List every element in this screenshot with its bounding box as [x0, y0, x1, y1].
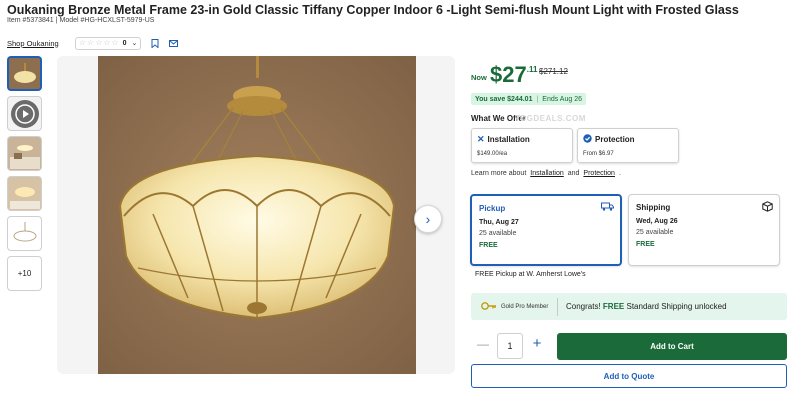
rating-dropdown[interactable]: ☆ ☆ ☆ ☆ ☆ 0 ⌄ — [74, 36, 142, 50]
thumbnail-4[interactable] — [7, 176, 42, 211]
pickup-date: Thu, Aug 27 — [479, 219, 519, 226]
pickup-price: FREE — [479, 242, 498, 249]
quantity-increase-button[interactable]: + — [531, 335, 543, 352]
star-icon: ☆ — [86, 38, 95, 47]
price-cents: .11 — [526, 65, 538, 74]
add-to-cart-button[interactable]: Add to Cart — [557, 333, 787, 360]
shipping-title: Shipping — [636, 203, 671, 212]
tools-icon: ✕ — [477, 134, 485, 144]
installation-price: $149.00/ea — [477, 151, 508, 157]
protection-link[interactable]: Protection — [583, 170, 615, 177]
email-icon[interactable] — [168, 38, 179, 49]
shop-brand-link[interactable]: Shop Oukaning — [7, 39, 59, 48]
thumbnail-list: +10 — [7, 56, 43, 296]
installation-offer[interactable]: ✕ Installation $149.00/ea — [471, 128, 573, 163]
next-image-button[interactable]: › — [414, 205, 442, 233]
price-dollars: $27 — [490, 62, 527, 87]
quantity-decrease-button[interactable]: — — [477, 337, 489, 351]
pickup-option[interactable]: Pickup Thu, Aug 27 25 available FREE — [470, 194, 622, 266]
product-title: Oukaning Bronze Metal Frame 23-in Gold C… — [7, 3, 739, 17]
item-number: Item #5373841 — [7, 17, 54, 24]
deal-ends: Ends Aug 26 — [542, 95, 582, 103]
bookmark-icon[interactable] — [149, 38, 160, 49]
protection-price: From $6.97 — [583, 151, 614, 157]
package-icon — [762, 201, 773, 215]
thumbnail-1[interactable] — [7, 56, 42, 91]
savings-amount: You save $244.01 — [475, 95, 533, 103]
model-number: Model #HG-HCXLST-5979-US — [59, 17, 155, 24]
shipping-price: FREE — [636, 241, 655, 248]
shop-rating-row: Shop Oukaning ☆ ☆ ☆ ☆ ☆ 0 ⌄ — [7, 36, 179, 50]
star-icon: ☆ — [95, 38, 103, 47]
quantity-input[interactable]: 1 — [497, 333, 523, 359]
main-product-image[interactable] — [98, 56, 416, 374]
add-to-quote-button[interactable]: Add to Quote — [471, 364, 787, 388]
pickup-availability: 25 available — [479, 230, 517, 237]
product-meta: Item #5373841 | Model #HG-HCXLST-5979-US — [7, 17, 155, 24]
shipping-availability: 25 available — [636, 229, 674, 236]
star-icon: ☆ — [103, 38, 111, 47]
shipping-option[interactable]: Shipping Wed, Aug 26 25 available FREE — [628, 194, 780, 266]
learn-more-text: Learn more about Installation and Protectio… — [471, 170, 621, 177]
current-price: $27.11 — [490, 64, 537, 86]
more-images-count: +10 — [17, 269, 32, 278]
chevron-right-icon: › — [425, 211, 431, 227]
chevron-down-icon: ⌄ — [131, 40, 138, 47]
now-label: Now — [471, 73, 487, 82]
thumbnail-3[interactable] — [7, 136, 42, 171]
protection-offer[interactable]: Protection From $6.97 — [577, 128, 679, 163]
shield-check-icon — [583, 134, 592, 145]
rating-count: 0 — [122, 39, 127, 47]
shipping-date: Wed, Aug 26 — [636, 218, 678, 225]
truck-icon — [601, 202, 614, 214]
star-icon: ☆ — [111, 38, 119, 47]
video-thumbnail[interactable] — [7, 96, 42, 131]
thumbnail-5[interactable] — [7, 216, 42, 251]
key-icon — [481, 301, 497, 312]
pro-member-label: Gold Pro Member — [501, 303, 549, 310]
star-icon: ☆ — [78, 38, 86, 47]
was-price: $271.12 — [539, 67, 568, 76]
pro-member-banner: Gold Pro Member Congrats! FREE Standard … — [471, 293, 787, 320]
installation-link[interactable]: Installation — [530, 170, 563, 177]
pickup-title: Pickup — [479, 204, 506, 213]
protection-title: Protection — [595, 135, 635, 144]
more-images-button[interactable]: +10 — [7, 256, 42, 291]
pro-message: Congrats! FREE Standard Shipping unlocke… — [566, 302, 727, 311]
watermark: TDGDEALS.COM — [515, 114, 586, 123]
pickup-store-note: FREE Pickup at W. Amherst Lowe's — [475, 271, 586, 278]
savings-badge: You save $244.01 | Ends Aug 26 — [471, 93, 586, 105]
installation-title: Installation — [487, 135, 530, 144]
